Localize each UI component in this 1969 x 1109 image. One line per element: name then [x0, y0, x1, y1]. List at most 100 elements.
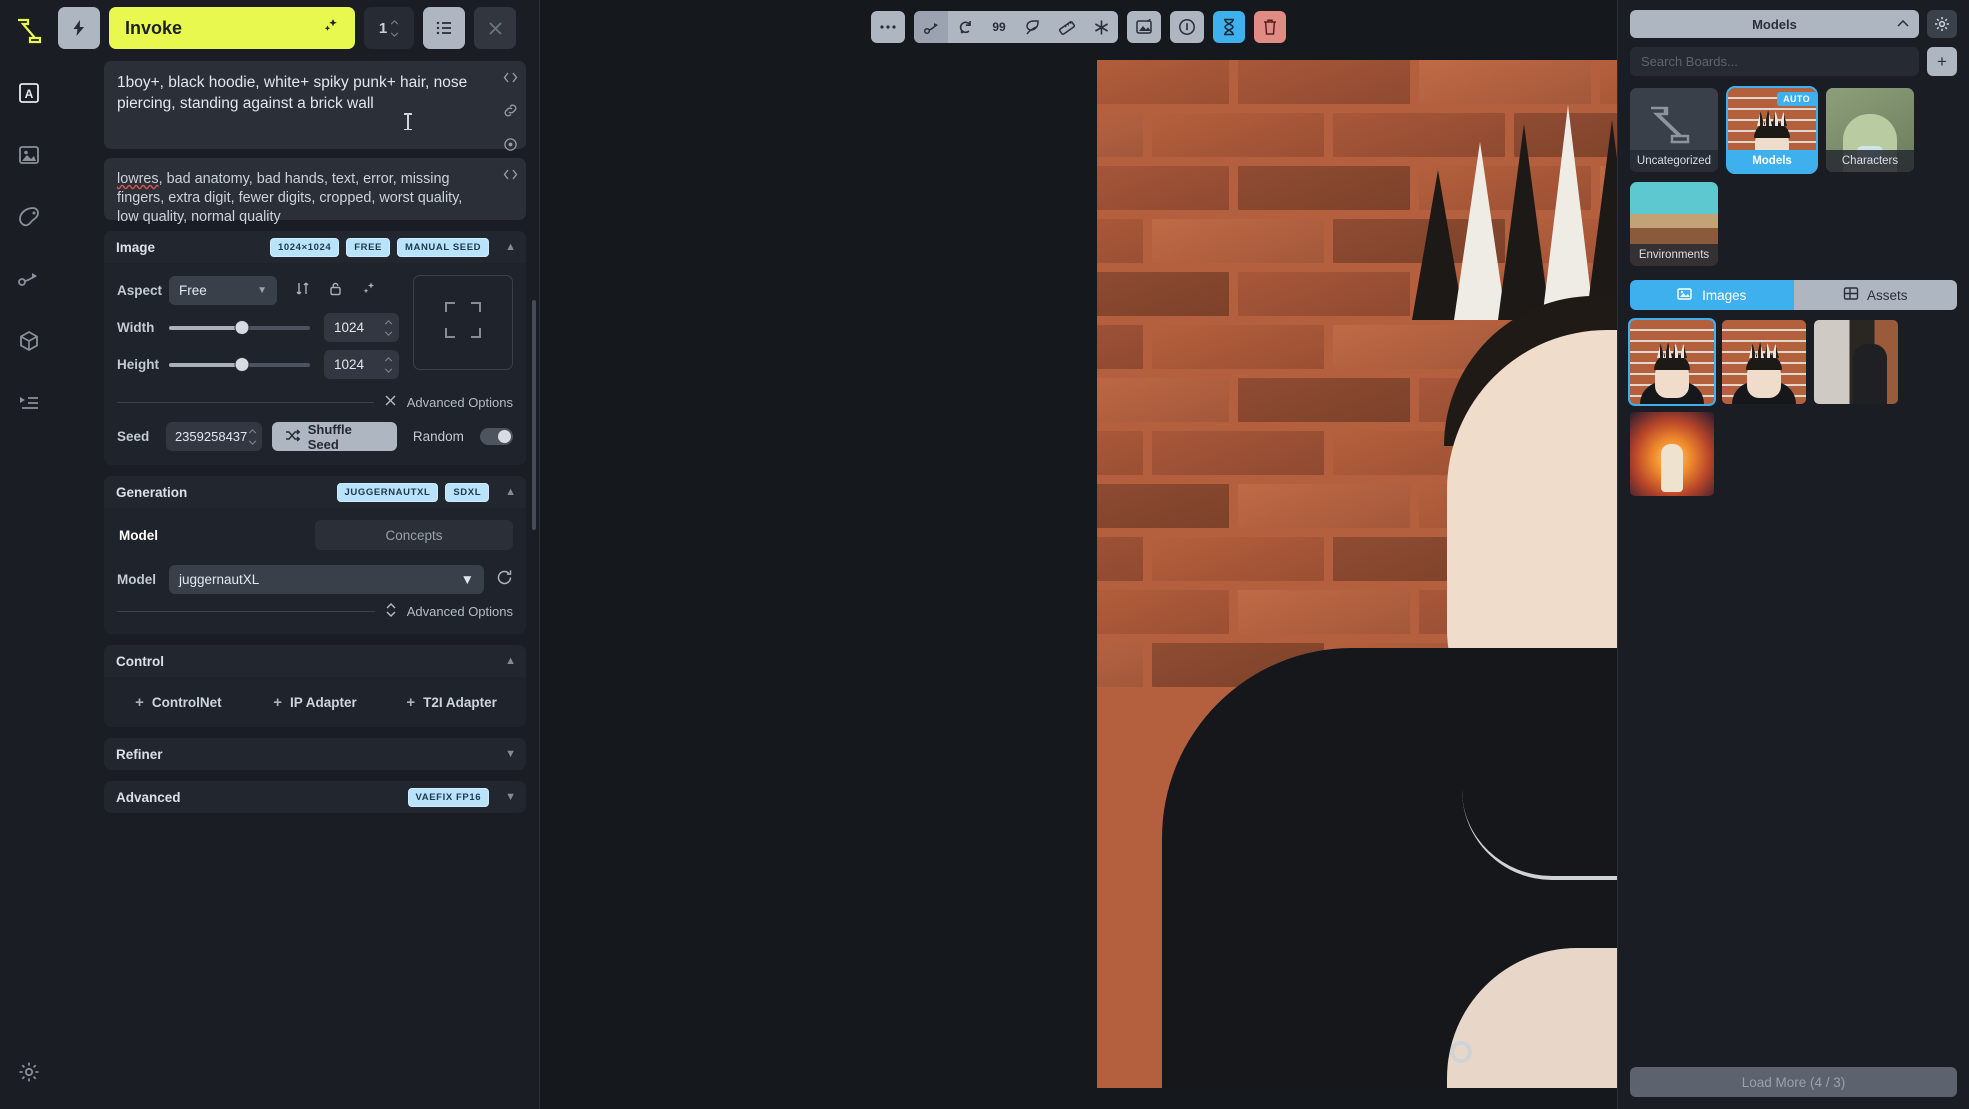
control-section-header[interactable]: Control ▲ [104, 645, 526, 677]
add-controlnet-button[interactable]: + ControlNet [110, 694, 247, 711]
generation-section-body: Model Concepts Model juggernautXL ▼ Adva… [104, 508, 526, 634]
chevron-down-icon[interactable]: ▼ [505, 748, 516, 760]
chevron-down-icon[interactable]: ▼ [505, 791, 516, 803]
height-stepper[interactable] [384, 356, 393, 373]
parameters-scrollbar[interactable] [532, 300, 536, 530]
code-icon[interactable] [503, 168, 518, 186]
cancel-button[interactable] [474, 7, 516, 49]
use-all-button[interactable] [1084, 11, 1118, 43]
sidebar-item-text-to-image[interactable]: A [14, 78, 44, 108]
board-models[interactable]: AUTO Models [1726, 86, 1818, 174]
tab-assets[interactable]: Assets [1793, 280, 1957, 310]
progress-button[interactable] [1213, 11, 1245, 43]
use-model-button[interactable] [1016, 11, 1050, 43]
model-select[interactable]: juggernautXL ▼ [169, 565, 484, 594]
delete-image-button[interactable] [1254, 11, 1286, 43]
swap-dimensions-icon[interactable] [295, 281, 310, 301]
board-environments[interactable]: Environments [1630, 182, 1718, 266]
shuffle-icon [285, 428, 301, 445]
queue-list-button[interactable] [423, 7, 465, 49]
chevron-up-icon[interactable]: ▲ [505, 241, 516, 253]
invoke-button[interactable]: Invoke [109, 7, 355, 49]
shuffle-seed-button[interactable]: Shuffle Seed [271, 422, 397, 452]
more-options-button[interactable] [871, 11, 905, 43]
generation-section-header[interactable]: Generation JUGGERNAUTXL SDXL ▲ [104, 476, 526, 508]
gallery-thumb-3[interactable] [1814, 320, 1898, 404]
collapse-toggle-icon[interactable] [384, 394, 397, 410]
negative-prompt-input[interactable]: lowres, bad anatomy, bad hands, text, er… [104, 158, 526, 225]
iterations-stepper[interactable]: 1 [364, 7, 414, 49]
width-stepper[interactable] [384, 319, 393, 336]
status-badge: SDXL [445, 482, 490, 502]
width-slider[interactable] [169, 320, 310, 334]
board-characters[interactable]: Characters [1826, 88, 1914, 172]
aspect-select[interactable]: Free ▼ [169, 276, 277, 305]
tab-images[interactable]: Images [1630, 280, 1794, 310]
lightning-bolt-icon[interactable] [58, 7, 100, 49]
gallery-thumb-2[interactable] [1722, 320, 1806, 404]
iterations-spinner[interactable] [390, 19, 399, 37]
send-to-canvas-button[interactable] [1127, 11, 1161, 43]
code-icon[interactable] [503, 71, 518, 89]
target-icon[interactable] [503, 137, 518, 157]
sidebar-item-queue[interactable] [14, 388, 44, 418]
negative-prompt-misspelled-word: lowres [117, 171, 159, 187]
chevron-up-icon[interactable]: ▲ [505, 486, 516, 498]
gallery-thumb-4[interactable] [1630, 412, 1714, 496]
refiner-section-badges: ▼ [496, 748, 516, 760]
image-section-header[interactable]: Image 1024×1024 FREE MANUAL SEED ▲ [104, 231, 526, 263]
sidebar-item-image-to-image[interactable] [14, 140, 44, 170]
seed-stepper[interactable] [248, 428, 257, 445]
sidebar-item-workflows[interactable] [14, 264, 44, 294]
tab-concepts[interactable]: Concepts [315, 520, 513, 550]
load-more-label: Load More (4 / 3) [1741, 1074, 1846, 1090]
board-uncategorized[interactable]: Uncategorized [1630, 88, 1718, 172]
invoke-logo-icon[interactable] [12, 14, 46, 48]
sync-icon[interactable] [496, 569, 513, 591]
sparkles-icon[interactable] [361, 281, 376, 301]
sidebar-item-models[interactable] [14, 326, 44, 356]
search-boards-input[interactable]: Search Boards... [1630, 47, 1919, 76]
add-t2i-adapter-button[interactable]: + T2I Adapter [383, 694, 520, 711]
use-all-parameters-button[interactable] [914, 11, 948, 43]
model-value: juggernautXL [179, 572, 260, 587]
link-icon[interactable] [503, 103, 518, 123]
positive-prompt-input[interactable]: 1boy+, black hoodie, white+ spiky punk+ … [104, 61, 526, 151]
width-input[interactable]: 1024 [324, 313, 399, 342]
chevron-up-icon [384, 356, 393, 362]
control-section-title: Control [116, 653, 164, 669]
add-board-button[interactable]: + [1927, 47, 1957, 76]
sidebar-item-unified-canvas[interactable] [14, 202, 44, 232]
add-ip-adapter-button[interactable]: + IP Adapter [247, 694, 384, 711]
image-advanced-options-label: Advanced Options [406, 394, 513, 410]
refiner-section-header[interactable]: Refiner ▼ [104, 738, 526, 770]
height-slider[interactable] [169, 357, 310, 371]
advanced-section-header[interactable]: Advanced VAEFIX FP16 ▼ [104, 781, 526, 813]
chevron-up-icon [1897, 19, 1909, 30]
expand-toggle-icon[interactable] [385, 603, 397, 620]
use-prompt-button[interactable]: 99 [982, 11, 1016, 43]
image-section: Image 1024×1024 FREE MANUAL SEED ▲ Aspec… [104, 231, 526, 465]
height-input[interactable]: 1024 [324, 350, 399, 379]
image-section-body: Aspect Free ▼ Width 1024 Height 1024 Adv… [104, 263, 526, 465]
tab-model[interactable]: Model [117, 520, 315, 550]
load-more-button[interactable]: Load More (4 / 3) [1630, 1067, 1957, 1097]
generation-advanced-options-row[interactable]: Advanced Options [117, 603, 513, 620]
image-info-button[interactable] [1170, 11, 1204, 43]
seed-row: Seed 2359258437 Shuffle Seed Random [117, 422, 513, 452]
image-advanced-options-row[interactable]: Advanced Options [117, 394, 513, 410]
gallery-thumb-1[interactable] [1628, 318, 1716, 406]
seed-input[interactable]: 2359258437 [165, 422, 262, 451]
lock-icon[interactable] [328, 281, 343, 301]
chevron-down-icon [248, 439, 256, 445]
chevron-up-icon[interactable]: ▲ [505, 655, 516, 667]
control-buttons-row: + ControlNet + IP Adapter + T2I Adapter [110, 685, 520, 719]
generation-toolbar: Invoke 1 [58, 0, 526, 56]
boards-selector[interactable]: Models [1630, 10, 1919, 38]
random-seed-toggle[interactable] [479, 428, 513, 445]
use-size-button[interactable] [1050, 11, 1084, 43]
gallery-settings-button[interactable] [1927, 10, 1957, 38]
use-seed-button[interactable] [948, 11, 982, 43]
advanced-section-badges: VAEFIX FP16 ▼ [407, 787, 516, 807]
app-settings-button[interactable] [14, 1057, 44, 1087]
